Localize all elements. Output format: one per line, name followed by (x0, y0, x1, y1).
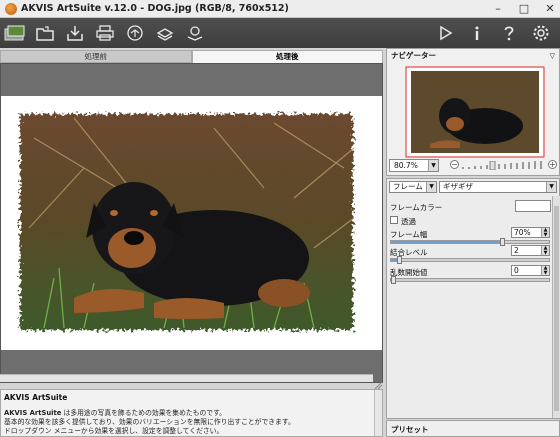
share-icon (127, 25, 143, 41)
save-button[interactable] (60, 20, 90, 46)
frame-color-label: フレームカラー (390, 203, 443, 212)
blend-level-label: 結合レベル (390, 248, 428, 257)
print-icon (96, 25, 114, 41)
spinner-arrows-icon[interactable]: ▲ ▼ (541, 228, 549, 237)
tab-after[interactable]: 処理後 (191, 50, 383, 63)
frame-width-input[interactable]: 70% ▲ ▼ (511, 227, 550, 238)
view-tabs: 処理前 処理後 (0, 50, 383, 63)
run-icon (440, 25, 453, 41)
open-image-icon (4, 25, 25, 41)
transparent-checkbox[interactable] (390, 216, 398, 224)
blend-level-knob[interactable] (396, 256, 402, 264)
maximize-button[interactable]: □ (518, 2, 530, 16)
zoom-select[interactable]: 80.7% ▼ (389, 159, 439, 172)
window-title: AKVIS ArtSuite v.12.0 - DOG.jpg (RGB/8, … (21, 3, 289, 14)
random-seed-knob[interactable] (391, 276, 396, 284)
open-folder-icon (36, 26, 54, 41)
random-seed-value: 0 (514, 266, 519, 275)
open-image-button[interactable] (0, 20, 30, 46)
random-seed-slider[interactable] (390, 276, 550, 284)
toolbar (0, 18, 560, 48)
dog-photo (20, 114, 355, 330)
navigator-panel: ナビゲーター ▽ 80.7% ▼ − + (386, 48, 560, 176)
frame-width-knob[interactable] (499, 238, 505, 246)
preferences-icon (533, 25, 549, 41)
help-icon (504, 26, 514, 41)
export-button[interactable] (180, 20, 210, 46)
chevron-down-icon: ▼ (426, 182, 436, 192)
title-bar: AKVIS ArtSuite v.12.0 - DOG.jpg (RGB/8, … (0, 0, 560, 18)
info-icon (475, 26, 479, 40)
frame-width-fill (391, 241, 502, 243)
zoom-row: 80.7% ▼ − + (387, 159, 559, 173)
spinner-arrows-icon[interactable]: ▲ ▼ (541, 246, 549, 255)
effect-category-select[interactable]: フレーム ▼ (389, 181, 437, 193)
chevron-down-icon: ▼ (428, 160, 438, 171)
effect-category-value: フレーム (393, 182, 423, 191)
blend-level-value: 2 (514, 246, 519, 255)
image-canvas[interactable] (0, 63, 383, 383)
close-button[interactable]: ✕ (544, 2, 556, 16)
frame-color-swatch[interactable] (515, 200, 551, 212)
chevron-down-icon: ▼ (546, 182, 556, 192)
zoom-slider[interactable] (462, 161, 546, 170)
presets-title: プリセット (391, 425, 429, 434)
blend-level-slider[interactable] (390, 256, 550, 264)
batch-icon (156, 28, 174, 41)
run-button[interactable] (430, 20, 460, 46)
open-folder-button[interactable] (30, 20, 60, 46)
share-button[interactable] (120, 20, 150, 46)
frame-type-value: ギザギザ (443, 182, 473, 191)
navigator-thumbnail[interactable] (405, 66, 545, 158)
zoom-out-button[interactable]: − (450, 160, 459, 169)
info-scrollbar[interactable] (374, 390, 382, 436)
navigator-header: ナビゲーター ▽ (387, 49, 559, 63)
zoom-in-button[interactable]: + (548, 160, 557, 169)
framed-image (1, 96, 382, 350)
spinner-arrows-icon[interactable]: ▲ ▼ (541, 266, 549, 275)
export-icon (187, 26, 203, 41)
info-title: AKVIS ArtSuite (4, 393, 68, 402)
batch-button[interactable] (150, 20, 180, 46)
random-seed-input[interactable]: 0 ▲ ▼ (511, 265, 550, 276)
frame-width-label: フレーム幅 (390, 230, 428, 239)
frame-width-value: 70% (514, 228, 531, 237)
help-button[interactable] (494, 20, 524, 46)
minimize-button[interactable]: – (492, 2, 504, 16)
frame-width-slider[interactable] (390, 238, 550, 246)
info-line-3: ドロップダウン メニューから効果を選択し、設定を調整してください。 (4, 427, 224, 435)
settings-scrollbar[interactable] (552, 196, 560, 418)
info-panel: AKVIS ArtSuite AKVIS ArtSuite は多用途の写真を飾る… (0, 389, 383, 437)
preferences-button[interactable] (526, 20, 556, 46)
info-button[interactable] (462, 20, 492, 46)
blend-level-input[interactable]: 2 ▲ ▼ (511, 245, 550, 256)
tab-before[interactable]: 処理前 (0, 50, 192, 63)
print-button[interactable] (90, 20, 120, 46)
app-logo-icon (5, 2, 17, 15)
info-line-1: は多用途の写真を飾るための効果を集めたものです。 (61, 409, 226, 417)
presets-panel[interactable]: プリセット (386, 420, 560, 437)
transparent-label: 透過 (401, 217, 416, 226)
settings-panel: フレーム ▼ ギザギザ ▼ フレームカラー 透過 フレーム幅 70% ▲ ▼ 結合… (386, 178, 560, 419)
info-app-name: AKVIS ArtSuite (4, 409, 62, 417)
info-line-2: 基本的な効果を該多く提供しており、効果のバリエーションを無限に作り出すことができ… (4, 418, 295, 426)
zoom-value: 80.7% (394, 161, 418, 170)
save-icon (67, 26, 83, 41)
frame-type-select[interactable]: ギザギザ ▼ (439, 181, 557, 193)
settings-scroll-thumb[interactable] (554, 206, 559, 411)
info-text: AKVIS ArtSuite は多用途の写真を飾るための効果を集めたものです。 … (4, 409, 374, 436)
horizontal-scrollbar[interactable] (0, 374, 373, 382)
navigator-title: ナビゲーター (391, 51, 436, 60)
collapse-arrow-icon[interactable]: ▽ (550, 49, 555, 63)
